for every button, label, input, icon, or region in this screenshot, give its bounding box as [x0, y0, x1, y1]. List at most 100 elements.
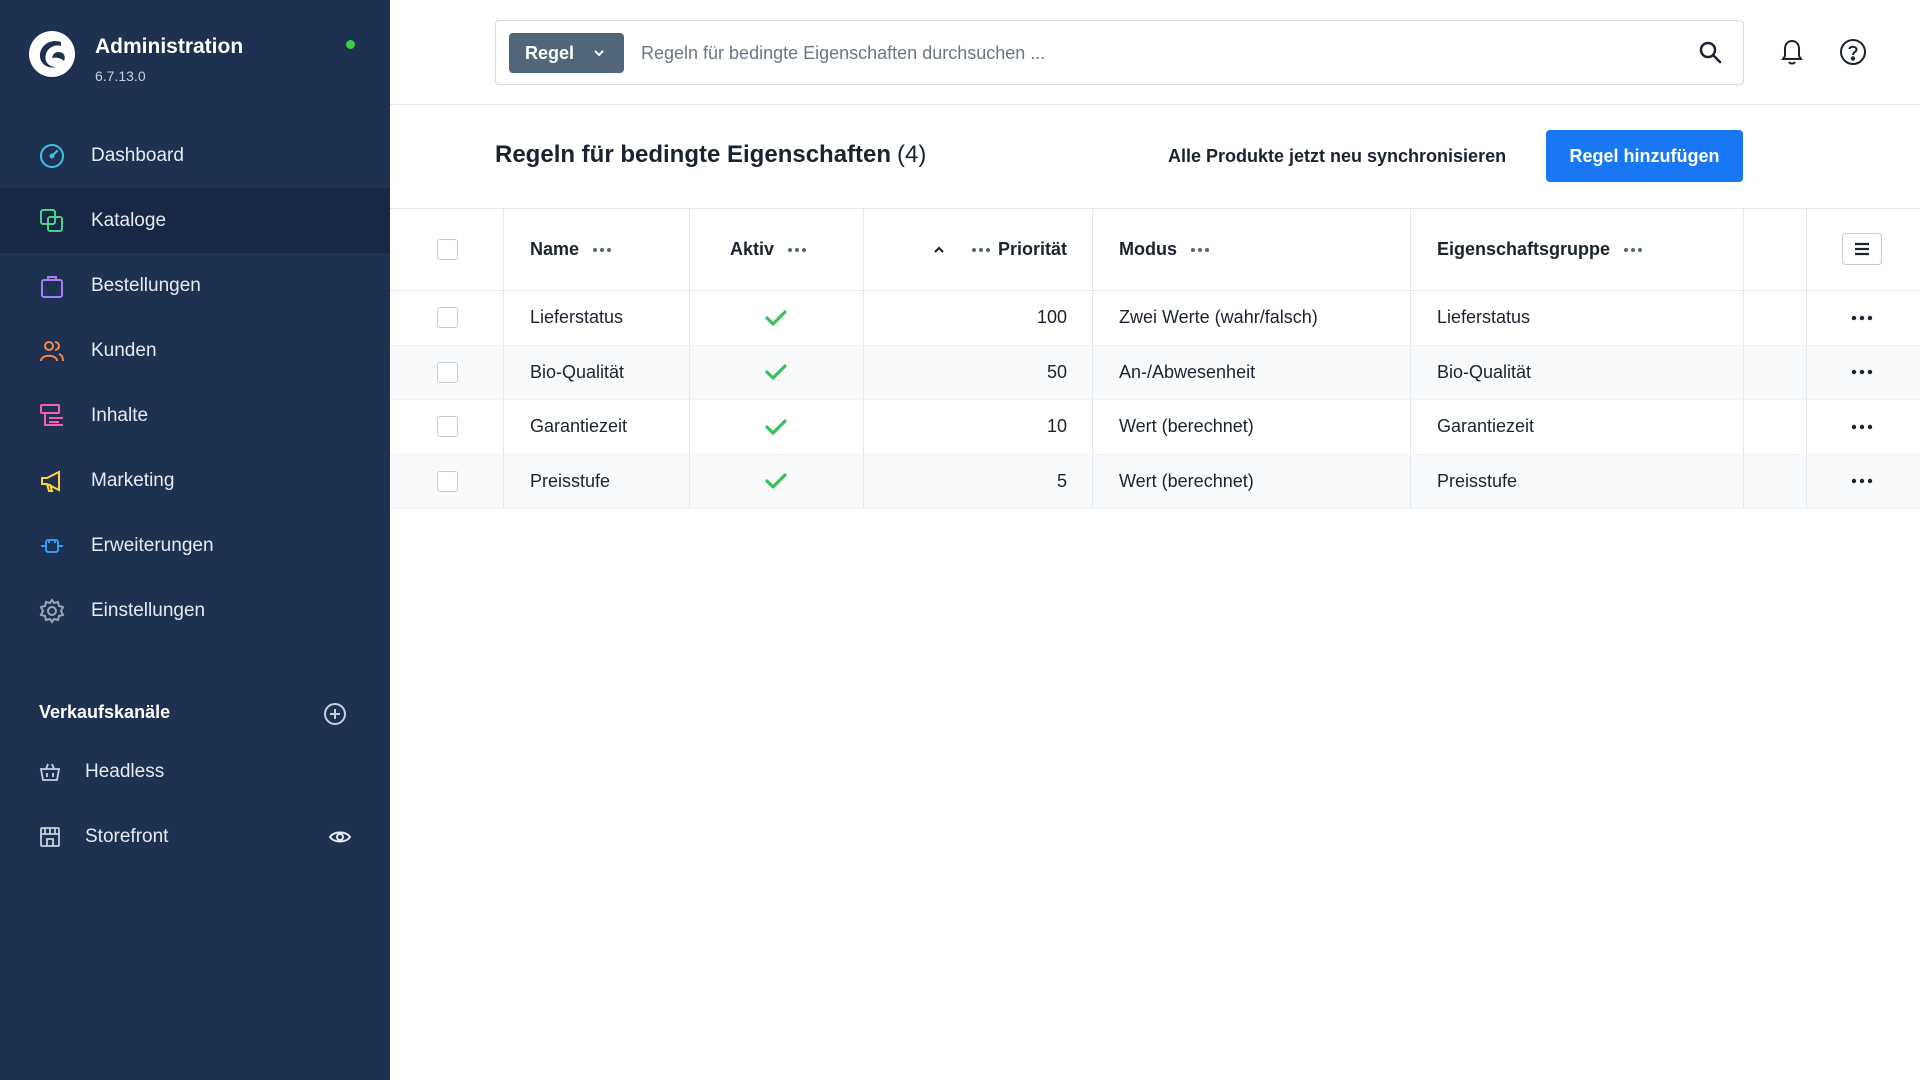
table-row: Lieferstatus 100 Zwei Werte (wahr/falsch…: [390, 291, 1920, 346]
cell-property-group: Preisstufe: [1437, 470, 1518, 491]
chevron-down-icon: [594, 50, 604, 57]
cell-name[interactable]: Bio-Qualität: [530, 346, 624, 400]
sidebar-item-inhalte[interactable]: Inhalte: [0, 383, 390, 448]
cell-priority: 5: [1056, 470, 1067, 491]
row-actions-cell: [1850, 455, 1874, 509]
add-sales-channel-icon[interactable]: [323, 702, 347, 726]
shopware-logo[interactable]: [28, 30, 76, 78]
cell-name[interactable]: Preisstufe: [530, 455, 610, 509]
column-label: Name: [530, 239, 580, 259]
column-header-active[interactable]: Aktiv: [730, 209, 808, 290]
sidebar-item-bestellungen[interactable]: Bestellungen: [0, 253, 390, 318]
row-checkbox[interactable]: [437, 470, 458, 492]
search-input[interactable]: [641, 33, 1661, 73]
column-settings-button[interactable]: [1842, 233, 1882, 265]
more-actions-icon[interactable]: [1850, 313, 1874, 323]
table-row: Bio-Qualität 50 An-/Abwesenheit Bio-Qual…: [390, 345, 1920, 400]
cell-property-group: Lieferstatus: [1437, 307, 1531, 328]
checkmark-icon: [765, 310, 787, 326]
cell-name[interactable]: Garantiezeit: [530, 400, 627, 454]
storefront-icon: [38, 825, 62, 849]
cell-active: [763, 346, 789, 400]
sidebar-item-label: Kunden: [91, 339, 157, 361]
sidebar-item-label: Marketing: [91, 469, 175, 491]
column-menu-icon[interactable]: [591, 245, 613, 255]
sidebar-item-erweiterungen[interactable]: Erweiterungen: [0, 513, 390, 578]
sidebar: Administration 6.7.13.0 Dashboard Katalo…: [0, 0, 390, 1080]
notification-bell-icon[interactable]: [1775, 35, 1809, 69]
more-actions-icon[interactable]: [1850, 476, 1874, 486]
row-actions-cell: [1850, 346, 1874, 400]
sales-channel-storefront[interactable]: Storefront: [38, 817, 358, 857]
eye-icon[interactable]: [328, 825, 352, 849]
cell-mode: Wert (berechnet): [1119, 416, 1254, 437]
sidebar-item-einstellungen[interactable]: Einstellungen: [0, 578, 390, 643]
sort-ascending-icon[interactable]: [932, 243, 946, 257]
page-title-count: (4): [897, 141, 927, 168]
sales-channel-label: Storefront: [85, 826, 169, 847]
hamburger-icon: [1855, 242, 1869, 256]
table-header: Name Aktiv Priorität Modus Eigenschaftsg…: [390, 208, 1920, 291]
column-label: Priorität: [997, 239, 1067, 259]
column-menu-icon[interactable]: [1622, 245, 1644, 255]
cell-active: [763, 455, 789, 509]
catalog-icon: [38, 207, 66, 235]
row-checkbox[interactable]: [437, 307, 458, 329]
checkmark-icon: [765, 364, 787, 380]
add-rule-button[interactable]: Regel hinzufügen: [1546, 130, 1743, 182]
global-search: Regel: [495, 20, 1744, 85]
column-header-mode[interactable]: Modus: [1119, 209, 1211, 290]
help-icon[interactable]: [1837, 36, 1869, 68]
cell-priority: 100: [1036, 307, 1067, 328]
content-icon: [38, 402, 66, 430]
sync-all-products-button[interactable]: Alle Produkte jetzt neu synchronisieren: [1168, 146, 1506, 167]
search-type-label: Regel: [525, 42, 575, 63]
column-menu-icon[interactable]: [970, 245, 992, 255]
cell-active: [763, 291, 789, 345]
page-title: Regeln für bedingte Eigenschaften (4): [495, 141, 926, 169]
cell-property-group: Garantiezeit: [1437, 416, 1535, 437]
search-type-dropdown[interactable]: Regel: [509, 33, 624, 73]
row-actions-cell: [1850, 400, 1874, 454]
sales-channels-header: Verkaufskanäle: [39, 700, 359, 730]
brand: Administration 6.7.13.0: [28, 30, 368, 90]
sidebar-item-label: Erweiterungen: [91, 534, 214, 556]
row-select-cell: [437, 455, 458, 509]
cell-property-group: Bio-Qualität: [1437, 361, 1532, 382]
column-label: Aktiv: [730, 239, 775, 259]
shopping-bag-icon: [38, 272, 66, 300]
cell-mode: An-/Abwesenheit: [1119, 361, 1256, 382]
row-checkbox[interactable]: [437, 361, 458, 383]
more-actions-icon[interactable]: [1850, 422, 1874, 432]
cell-mode: Wert (berechnet): [1119, 470, 1254, 491]
search-icon[interactable]: [1697, 39, 1725, 67]
main-navigation: Dashboard Kataloge Bestellungen Kunden I…: [0, 123, 390, 643]
megaphone-icon: [38, 467, 66, 495]
rules-table: Name Aktiv Priorität Modus Eigenschaftsg…: [390, 208, 1920, 509]
sidebar-item-label: Dashboard: [91, 144, 184, 166]
sidebar-item-marketing[interactable]: Marketing: [0, 448, 390, 513]
column-menu-icon[interactable]: [786, 245, 808, 255]
more-actions-icon[interactable]: [1850, 367, 1874, 377]
sidebar-item-kunden[interactable]: Kunden: [0, 318, 390, 383]
column-header-name[interactable]: Name: [530, 209, 613, 290]
sidebar-item-dashboard[interactable]: Dashboard: [0, 123, 390, 188]
column-menu-icon[interactable]: [1189, 245, 1211, 255]
cell-mode: Zwei Werte (wahr/falsch): [1119, 307, 1318, 328]
column-header-property-group[interactable]: Eigenschaftsgruppe: [1437, 209, 1644, 290]
plugin-icon: [38, 532, 66, 560]
sidebar-item-kataloge[interactable]: Kataloge: [0, 188, 390, 253]
sales-channel-label: Headless: [85, 761, 165, 782]
sales-channel-headless[interactable]: Headless: [38, 752, 358, 792]
table-row: Preisstufe 5 Wert (berechnet) Preisstufe: [390, 454, 1920, 509]
cell-name[interactable]: Lieferstatus: [530, 291, 623, 345]
row-select-cell: [437, 291, 458, 345]
row-select-cell: [437, 400, 458, 454]
column-header-priority[interactable]: Priorität: [925, 209, 1067, 290]
row-checkbox[interactable]: [437, 416, 458, 438]
app-version: 6.7.13.0: [95, 68, 146, 84]
customers-icon: [38, 337, 66, 365]
dashboard-icon: [38, 142, 66, 170]
select-all-checkbox[interactable]: [437, 239, 458, 260]
checkmark-icon: [765, 473, 787, 489]
